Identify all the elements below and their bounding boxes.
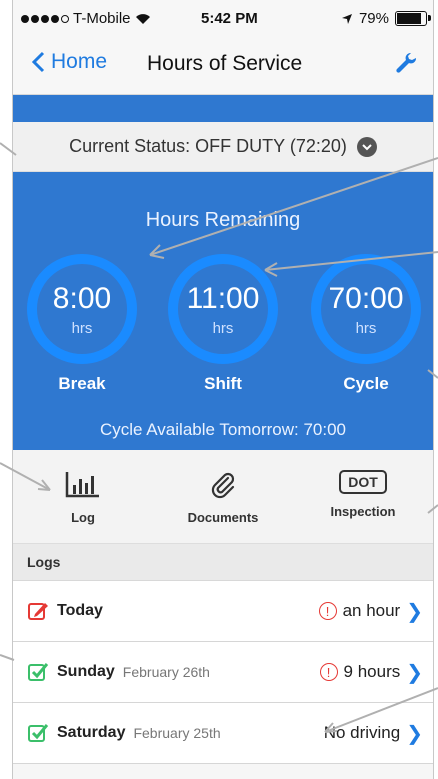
chevron-left-icon	[31, 51, 45, 73]
log-row-left: Today	[27, 600, 319, 622]
break-gauge: 8:00 hrs Break	[22, 254, 142, 394]
wrench-icon	[396, 52, 417, 73]
signal-icon	[21, 14, 69, 23]
inspection-button[interactable]: DOT Inspection	[293, 450, 433, 543]
log-row-right: ! an hour ❯	[318, 599, 423, 624]
cycle-gauge: 70:00 hrs Cycle	[306, 254, 426, 394]
warning-icon: !	[318, 602, 337, 620]
logs-header: Logs	[13, 544, 433, 581]
hours-remaining-panel: Hours Remaining 8:00 hrs Break 11:00 hrs…	[13, 172, 433, 450]
chevron-right-icon: ❯	[406, 661, 423, 684]
app-frame: T-Mobile 5:42 PM 79% Home Hours of Servi…	[12, 0, 434, 779]
documents-button[interactable]: Documents	[153, 450, 293, 543]
battery-percent: 79%	[358, 10, 389, 27]
dot-badge: DOT	[339, 470, 387, 494]
log-date: February 25th	[133, 725, 221, 741]
cycle-ring: 70:00 hrs	[311, 254, 421, 364]
log-label: Log	[71, 510, 95, 525]
checkbox-checked-icon	[28, 663, 49, 681]
log-value: an hour	[342, 601, 401, 620]
location-arrow-icon	[341, 13, 352, 24]
log-row-right: ! 9 hours ❯	[319, 660, 423, 685]
current-status: Current Status: OFF DUTY (72:20)	[69, 136, 347, 156]
carrier-label: T-Mobile	[73, 10, 131, 27]
log-row-right: No driving ❯	[324, 721, 423, 746]
inspection-label: Inspection	[330, 504, 396, 519]
log-row-left: Saturday February 25th	[27, 722, 324, 744]
status-right: 79%	[341, 10, 431, 27]
break-value: 8:00	[52, 282, 112, 315]
log-row-sunday[interactable]: Sunday February 26th ! 9 hours ❯	[13, 642, 433, 703]
chevron-right-icon: ❯	[406, 600, 423, 623]
shift-value: 11:00	[186, 282, 260, 315]
page-title: Hours of Service	[147, 52, 303, 75]
cycle-unit: hrs	[355, 320, 377, 337]
log-day: Today	[57, 602, 103, 619]
log-button[interactable]: Log	[13, 450, 153, 543]
header-strip	[13, 95, 433, 122]
log-day: Saturday	[57, 724, 126, 741]
checkbox-checked-icon	[28, 724, 49, 742]
log-row-left: Sunday February 26th	[27, 661, 320, 683]
bar-chart-icon	[65, 472, 99, 498]
break-ring: 8:00 hrs	[27, 254, 137, 364]
warning-icon: !	[319, 663, 338, 681]
log-row-saturday[interactable]: Saturday February 25th No driving ❯	[13, 703, 433, 764]
back-button[interactable]: Home	[31, 50, 107, 74]
cycle-available-note: Cycle Available Tomorrow: 70:00	[99, 420, 346, 439]
back-label: Home	[51, 50, 108, 73]
break-unit: hrs	[71, 320, 93, 337]
shift-unit: hrs	[212, 320, 234, 337]
log-row-today[interactable]: Today ! an hour ❯	[13, 581, 433, 642]
log-value: No driving	[323, 723, 401, 742]
log-date: February 26th	[122, 664, 210, 680]
edit-icon	[28, 603, 48, 620]
carrier-signal: T-Mobile	[21, 10, 151, 27]
wifi-icon	[135, 13, 150, 24]
chevron-down-icon[interactable]	[356, 136, 377, 157]
action-bar: Log Documents DOT Inspection	[13, 450, 433, 544]
status-bar: T-Mobile 5:42 PM 79%	[13, 0, 433, 38]
log-day: Sunday	[57, 663, 115, 680]
settings-button[interactable]	[395, 52, 419, 81]
current-status-row[interactable]: Current Status: OFF DUTY (72:20)	[13, 122, 433, 172]
log-value: 9 hours	[343, 662, 401, 681]
break-label: Break	[58, 374, 106, 393]
shift-label: Shift	[204, 374, 242, 393]
clock: 5:42 PM	[201, 10, 258, 27]
paperclip-icon	[211, 472, 235, 499]
chevron-right-icon: ❯	[406, 722, 423, 745]
shift-gauge: 11:00 hrs Shift	[163, 254, 283, 394]
cycle-label: Cycle	[343, 374, 389, 393]
hours-title: Hours Remaining	[145, 209, 301, 231]
cycle-value: 70:00	[328, 282, 404, 315]
shift-ring: 11:00 hrs	[168, 254, 278, 364]
battery-icon	[395, 11, 431, 26]
navigation-bar: Home Hours of Service	[13, 38, 433, 95]
documents-label: Documents	[187, 510, 259, 525]
